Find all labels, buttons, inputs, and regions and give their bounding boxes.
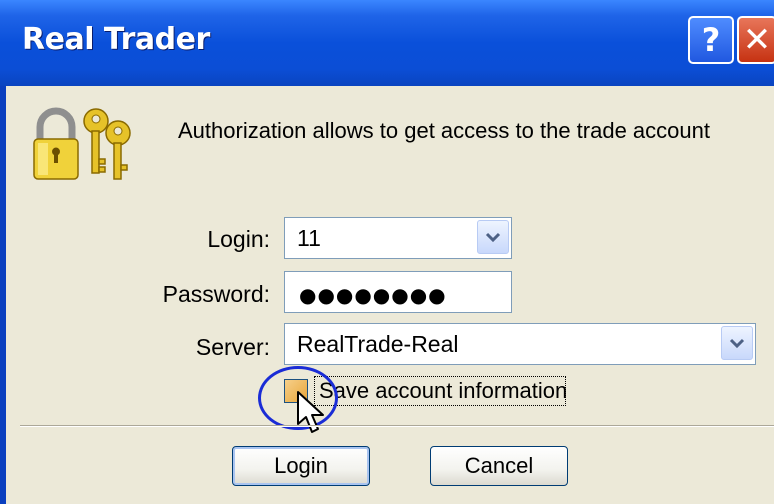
login-dropdown-button[interactable] — [477, 220, 509, 254]
chevron-down-icon — [485, 232, 501, 243]
authorization-message: Authorization allows to get access to th… — [178, 118, 710, 143]
server-label: Server: — [195, 334, 270, 360]
login-dialog: Real Trader ? ✕ Authorization allows to … — [0, 0, 774, 504]
chevron-down-icon — [729, 338, 745, 349]
close-button[interactable]: ✕ — [737, 16, 774, 64]
server-dropdown-button[interactable] — [721, 326, 753, 360]
server-combobox[interactable]: RealTrade-Real — [284, 323, 756, 365]
login-value: 11 — [297, 225, 321, 251]
login-button[interactable]: Login — [232, 446, 370, 486]
cancel-button[interactable]: Cancel — [430, 446, 568, 486]
lock-keys-icon — [33, 107, 131, 180]
help-button[interactable]: ? — [688, 16, 734, 64]
window-frame — [0, 86, 6, 504]
password-label: Password: — [162, 281, 270, 307]
separator — [20, 425, 774, 427]
password-mask: ●●●●●●●● — [299, 283, 447, 307]
password-field[interactable]: ●●●●●●●● — [284, 271, 512, 313]
save-account-label[interactable]: Save account information — [314, 376, 567, 406]
mouse-cursor-icon — [297, 391, 324, 433]
window-title: Real Trader — [22, 22, 210, 57]
login-label: Login: — [207, 226, 270, 252]
login-combobox[interactable]: 11 — [284, 217, 512, 259]
server-value: RealTrade-Real — [297, 331, 459, 357]
title-bar[interactable]: Real Trader ? ✕ — [0, 0, 774, 86]
